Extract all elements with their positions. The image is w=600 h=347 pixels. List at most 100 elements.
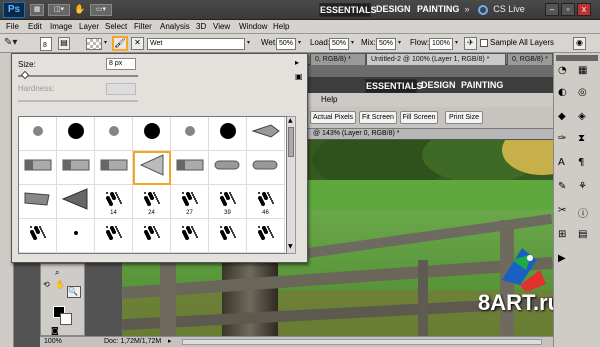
brush-preset-cell[interactable] (95, 117, 133, 151)
paths-panel-icon[interactable]: ✑ (558, 133, 566, 144)
brush-preset-cell[interactable] (19, 117, 57, 151)
menu-edit[interactable]: Edit (28, 21, 42, 33)
paragraph-panel-icon[interactable]: ¶ (578, 157, 584, 168)
brush-preset-cell[interactable] (171, 219, 209, 253)
wet-dropdown-icon[interactable]: ▾ (298, 39, 301, 46)
brush-preset-cell[interactable]: 46 (247, 185, 285, 219)
zoom-level-icon[interactable]: ◫▾ (48, 4, 70, 16)
load-field[interactable]: 50% (329, 38, 349, 50)
arrange-documents-icon[interactable]: ▭▾ (90, 4, 112, 16)
menu-window[interactable]: Window (239, 21, 267, 33)
size-field[interactable]: 8 px (106, 58, 136, 70)
scroll-down-icon[interactable]: ▼ (288, 243, 293, 250)
pressure-icon[interactable]: ◉ (573, 37, 586, 50)
hand-tool-icon[interactable]: ✋ (74, 4, 86, 16)
current-color-swatch[interactable] (86, 38, 102, 50)
brush-preset-cell[interactable] (95, 151, 133, 185)
channels-panel-icon[interactable]: ◈ (578, 111, 586, 122)
brush-preset-cell[interactable]: 27 (171, 185, 209, 219)
size-slider-thumb[interactable] (20, 70, 30, 80)
brush-preset-cell[interactable]: 14 (95, 185, 133, 219)
brush-preset-cell[interactable]: 24 (133, 185, 171, 219)
doc-tab-3[interactable]: 0, RGB/8) * (507, 53, 553, 65)
brush-preset-cell[interactable] (19, 219, 57, 253)
menu-3d[interactable]: 3D (196, 21, 206, 33)
menu-layer[interactable]: Layer (79, 21, 99, 33)
brush-preset-cell[interactable] (133, 219, 171, 253)
brush-preset-cell[interactable] (133, 117, 171, 151)
brush-grid-scrollbar[interactable]: ▲ ▼ (287, 116, 296, 254)
embedded-workspace-painting[interactable]: PAINTING (461, 79, 503, 93)
menu-help[interactable]: Help (273, 21, 289, 33)
flow-dropdown-icon[interactable]: ▾ (455, 39, 458, 46)
brush-preset-cell[interactable] (95, 219, 133, 253)
scroll-thumb[interactable] (288, 127, 294, 157)
info-panel-icon[interactable]: ⓘ (578, 205, 588, 220)
navigator-panel-icon[interactable]: ⊞ (558, 229, 566, 240)
quick-mask-icon[interactable]: ◙ (51, 326, 63, 336)
menu-file[interactable]: File (6, 21, 19, 33)
brush-preset-cell[interactable] (57, 219, 95, 253)
doc-tab-1[interactable]: 0, RGB/8) * (310, 53, 366, 65)
brush-preset-picker[interactable]: 8 (40, 37, 52, 51)
restore-button[interactable]: ▫ (561, 3, 575, 16)
brush-preset-cell[interactable] (133, 151, 171, 185)
brush-panel-toggle-icon[interactable]: ▤ (58, 37, 70, 50)
mix-dropdown-icon[interactable]: ▾ (398, 39, 401, 46)
zoom-icon[interactable]: 🔍 (67, 286, 81, 298)
brush-panel-icon[interactable]: ✎ (558, 181, 566, 192)
color-panel-icon[interactable]: ◔ (558, 65, 567, 76)
swatches-panel-icon[interactable]: ▦ (578, 65, 587, 76)
zoom-level-value[interactable]: 100% (44, 337, 62, 347)
doc-tab-2[interactable]: Untitled-2 @ 100% (Layer 1, RGB/8) * (366, 53, 506, 65)
brush-preset-cell[interactable] (19, 151, 57, 185)
workspace-painting[interactable]: PAINTING (417, 3, 459, 17)
brush-preset-cell[interactable] (57, 151, 95, 185)
clean-brush-icon[interactable]: ✕ (131, 37, 144, 50)
menu-select[interactable]: Select (105, 21, 127, 33)
dock-expand-icon[interactable] (556, 55, 598, 61)
wet-field[interactable]: 50% (276, 38, 296, 50)
size-slider-track[interactable] (18, 75, 138, 77)
zoom-tool-icon[interactable]: ⌕ (55, 268, 67, 279)
menu-analysis[interactable]: Analysis (160, 21, 190, 33)
brush-preset-cell[interactable] (247, 219, 285, 253)
load-brush-icon[interactable]: 🖌 (112, 36, 128, 51)
histogram-panel-icon[interactable]: ▤ (578, 229, 587, 240)
actual-pixels-button[interactable]: Actual Pixels (310, 111, 356, 124)
brush-preset-cell[interactable] (247, 117, 285, 151)
menu-filter[interactable]: Filter (134, 21, 152, 33)
print-size-button[interactable]: Print Size (445, 111, 483, 124)
workspace-design[interactable]: DESIGN (376, 3, 411, 17)
brush-preset-cell[interactable] (19, 185, 57, 219)
swatch-dropdown-icon[interactable]: ▾ (104, 39, 107, 46)
menu-view[interactable]: View (213, 21, 230, 33)
rotate-view-icon[interactable]: ⟲ (43, 280, 55, 291)
embedded-menu-help[interactable]: Help (321, 94, 337, 106)
more-workspaces-button[interactable]: » (461, 3, 473, 17)
history-panel-icon[interactable]: ⧗ (578, 133, 585, 144)
new-preset-icon[interactable]: ▣ (295, 72, 303, 81)
tool-presets-icon[interactable]: ✂ (558, 205, 566, 216)
mix-field[interactable]: 50% (376, 38, 396, 50)
horizontal-scrollbar[interactable] (182, 339, 542, 345)
brush-preset-cell[interactable] (171, 117, 209, 151)
embedded-workspace-design[interactable]: DESIGN (421, 79, 456, 93)
panel-menu-icon[interactable]: ▸ (295, 58, 299, 67)
menu-image[interactable]: Image (50, 21, 72, 33)
fit-screen-button[interactable]: Fit Screen (359, 111, 397, 124)
sample-all-layers-checkbox[interactable] (480, 39, 488, 47)
hand-tool-icon-2[interactable]: ✋ (55, 280, 67, 291)
status-menu-arrow-icon[interactable]: ▸ (168, 337, 172, 347)
masks-panel-icon[interactable]: ◎ (578, 87, 587, 98)
cs-live-button[interactable]: CS Live (490, 3, 528, 17)
brush-preset-cell[interactable] (209, 219, 247, 253)
minimize-button[interactable]: – (545, 3, 559, 16)
load-dropdown-icon[interactable]: ▾ (351, 39, 354, 46)
embedded-doc-tab-label[interactable]: @ 143% (Layer 0, RGB/8) * (313, 130, 399, 137)
embedded-workspace-essentials[interactable]: ESSENTIALS (365, 79, 423, 93)
background-color-swatch[interactable] (60, 313, 72, 325)
brush-preset-cell[interactable]: 39 (209, 185, 247, 219)
tool-preset-icon[interactable]: ✎▾ (4, 37, 24, 50)
actions-panel-icon[interactable]: ▶ (558, 253, 566, 264)
